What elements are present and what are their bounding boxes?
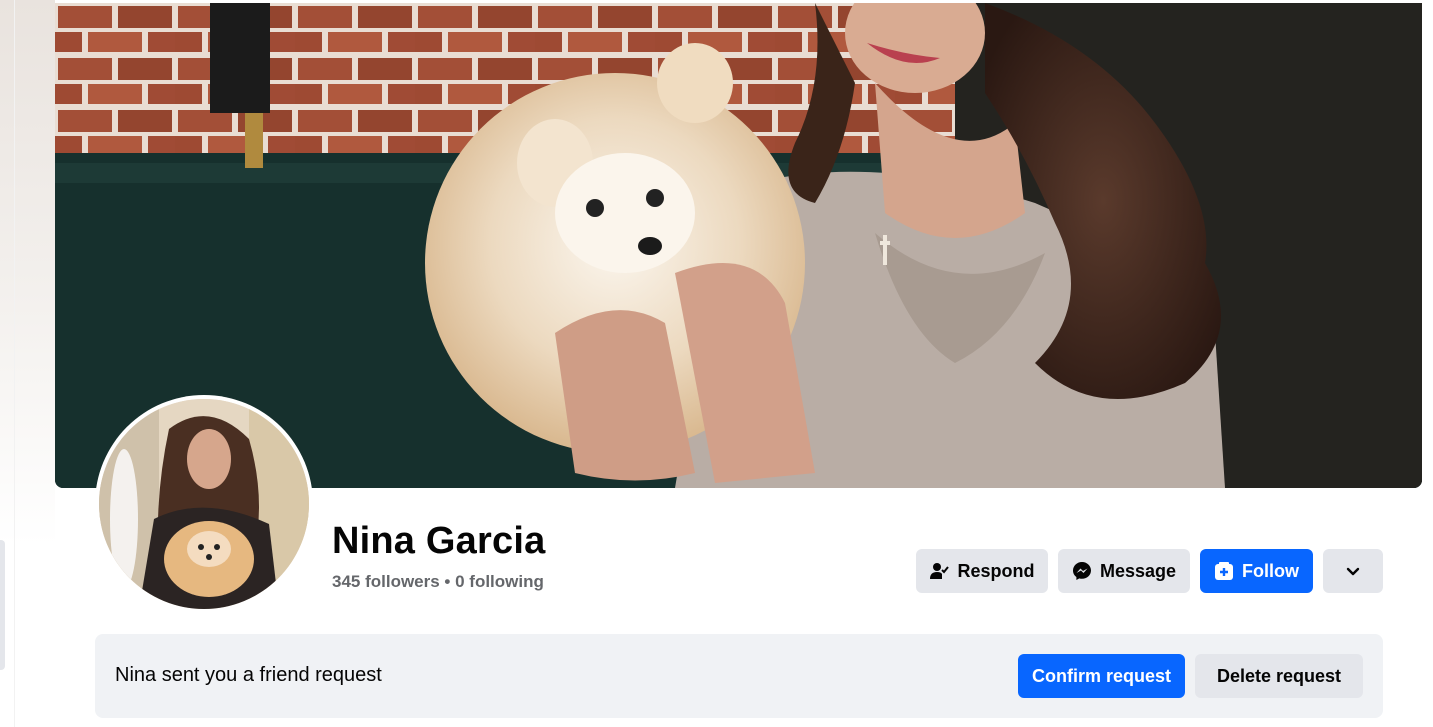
person-check-icon xyxy=(929,561,950,581)
delete-request-label: Delete request xyxy=(1216,665,1342,686)
follower-stats[interactable]: 345 followers • 0 following xyxy=(332,572,544,592)
respond-button[interactable]: Respond xyxy=(916,549,1048,593)
profile-avatar[interactable] xyxy=(99,399,309,609)
left-edge-divider xyxy=(14,0,15,727)
profile-name: Nina Garcia xyxy=(332,520,546,562)
confirm-request-label: Confirm request xyxy=(1031,665,1172,686)
more-options-button[interactable] xyxy=(1323,549,1383,593)
follow-button[interactable]: Follow xyxy=(1200,549,1313,593)
left-gutter xyxy=(0,0,55,727)
follow-label: Follow xyxy=(1242,560,1299,581)
respond-label: Respond xyxy=(957,560,1035,581)
chevron-down-icon xyxy=(1345,563,1361,579)
delete-request-button[interactable]: Delete request xyxy=(1195,654,1363,698)
avatar-image xyxy=(99,399,309,609)
left-collapsed-panel[interactable] xyxy=(0,540,5,670)
message-button[interactable]: Message xyxy=(1058,549,1190,593)
confirm-request-button[interactable]: Confirm request xyxy=(1018,654,1185,698)
messenger-icon xyxy=(1072,561,1092,581)
friend-request-text: Nina sent you a friend request xyxy=(115,664,382,686)
friend-request-bar: Nina sent you a friend request xyxy=(95,634,1383,718)
message-label: Message xyxy=(1099,560,1177,581)
follow-plus-icon xyxy=(1214,561,1234,581)
profile-avatar-frame[interactable] xyxy=(95,395,313,613)
